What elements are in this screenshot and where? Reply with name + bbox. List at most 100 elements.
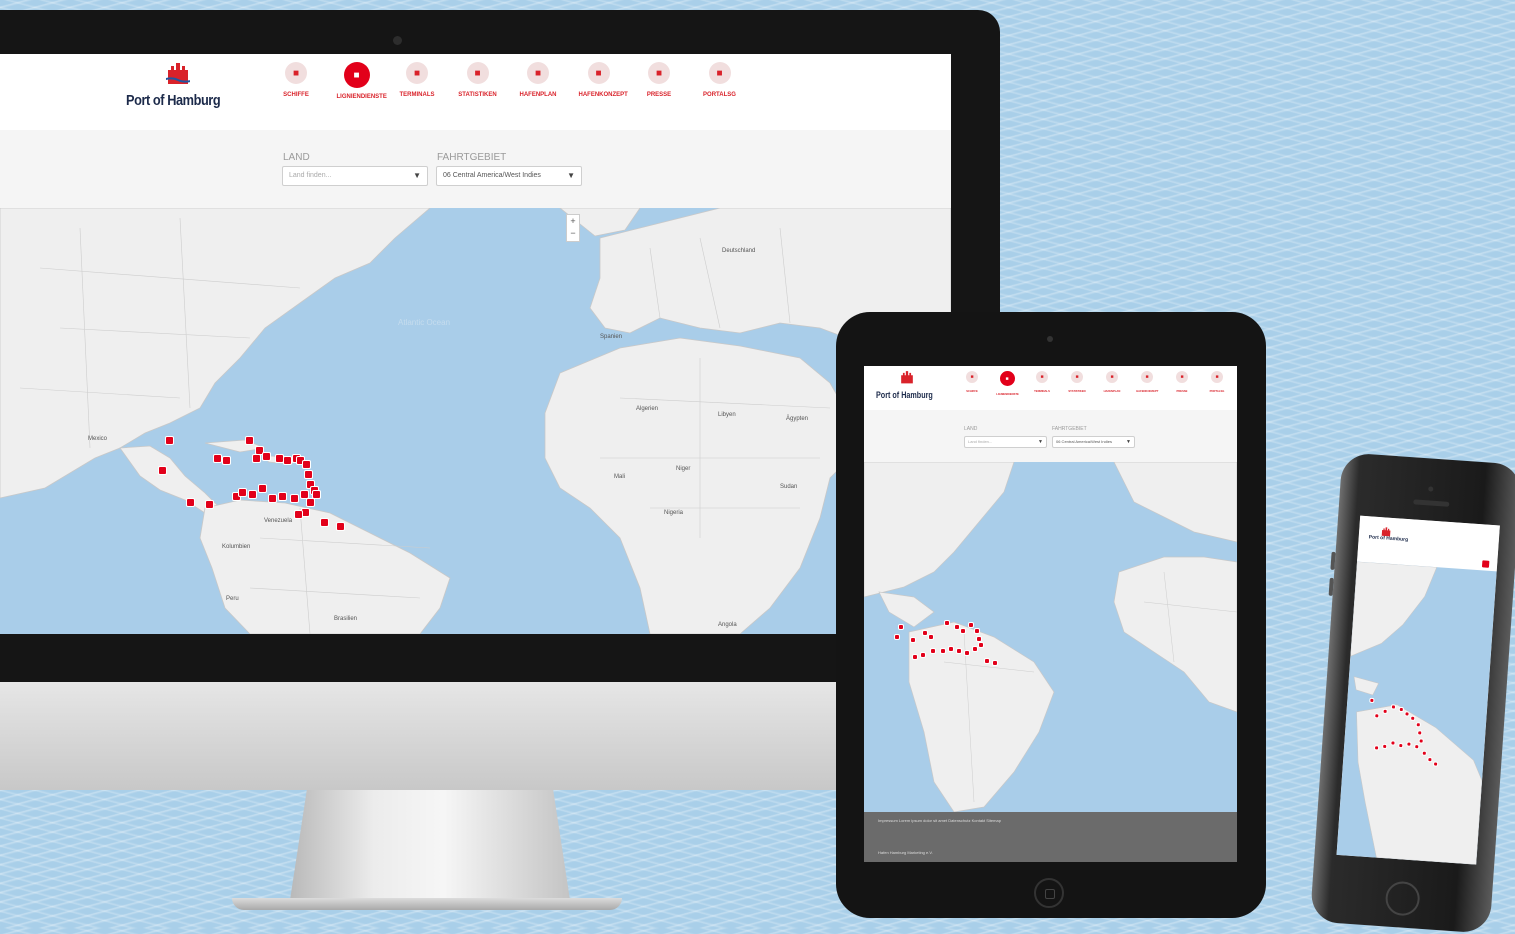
boat-icon: ■ <box>708 62 731 84</box>
port-marker[interactable] <box>912 654 918 660</box>
port-marker[interactable] <box>306 498 315 507</box>
port-marker[interactable] <box>898 624 904 630</box>
port-marker[interactable] <box>920 652 926 658</box>
port-marker[interactable] <box>245 436 254 445</box>
port-marker[interactable] <box>1406 741 1412 747</box>
nav-item-hafenplan[interactable]: ■ HAFENPLAN <box>518 62 558 98</box>
zoom-out-button[interactable]: − <box>567 227 579 239</box>
phone-map[interactable] <box>1336 561 1497 865</box>
nav-item-hafenkonzept[interactable]: ■ HAFENKONZEPT <box>1135 371 1159 393</box>
fahrtgebiet-select[interactable]: 06 Central America/West Indies ▼ <box>436 166 582 186</box>
port-marker[interactable] <box>262 452 271 461</box>
zoom-in-button[interactable]: + <box>567 215 579 227</box>
port-marker[interactable] <box>165 436 174 445</box>
port-marker[interactable] <box>1390 704 1397 710</box>
nav-item-terminals[interactable]: ■ TERMINALS <box>397 62 437 98</box>
port-marker[interactable] <box>1421 750 1427 756</box>
port-marker[interactable] <box>1382 743 1388 750</box>
port-marker[interactable] <box>1418 738 1424 744</box>
tablet-map[interactable] <box>864 462 1237 812</box>
fahrtgebiet-select[interactable]: 06 Central America/West Indies ▼ <box>1052 436 1135 448</box>
port-marker[interactable] <box>956 648 962 654</box>
port-marker[interactable] <box>944 620 950 626</box>
port-marker[interactable] <box>1369 697 1375 704</box>
port-marker[interactable] <box>312 490 321 499</box>
desktop-map[interactable]: Atlantic Ocean Mexico Venezuela Kolumbie… <box>0 208 951 634</box>
port-marker[interactable] <box>930 648 936 654</box>
port-marker[interactable] <box>1414 744 1420 750</box>
port-marker[interactable] <box>1398 706 1404 713</box>
port-marker[interactable] <box>1404 711 1410 717</box>
port-marker[interactable] <box>336 522 345 531</box>
footer-links[interactable]: Impressum Lorem ipsum dolor sit amet Dat… <box>878 818 1001 823</box>
port-marker[interactable] <box>320 518 329 527</box>
port-marker[interactable] <box>278 492 287 501</box>
port-marker[interactable] <box>1417 730 1423 736</box>
port-marker[interactable] <box>1390 740 1396 746</box>
land-select[interactable]: Land finden... ▼ <box>964 436 1047 448</box>
nav-item-ligniendienste[interactable]: ■ LIGNIENDIENSTE <box>337 62 387 100</box>
nav-item-ligniendienste[interactable]: ■ LIGNIENDIENSTE <box>995 371 1019 396</box>
port-marker[interactable] <box>258 484 267 493</box>
port-marker[interactable] <box>1398 742 1404 749</box>
port-marker[interactable] <box>968 622 974 628</box>
map-label-algeria: Algerien <box>636 406 659 412</box>
port-marker[interactable] <box>283 456 292 465</box>
nav-item-presse[interactable]: ■ PRESSE <box>639 62 679 98</box>
phone-volume-button <box>1328 577 1334 596</box>
nav-label: HAFENKONZEPT <box>1136 389 1159 393</box>
port-marker[interactable] <box>222 456 231 465</box>
menu-icon[interactable] <box>1481 560 1490 568</box>
port-marker[interactable] <box>268 494 277 503</box>
port-marker[interactable] <box>205 500 214 509</box>
port-marker[interactable] <box>1427 756 1433 763</box>
chevron-down-icon: ▼ <box>567 171 575 180</box>
nav-item-portalsg[interactable]: ■ PORTALSG <box>700 62 740 98</box>
land-select[interactable]: Land finden... ▼ <box>282 166 428 186</box>
port-marker[interactable] <box>1432 761 1439 767</box>
port-marker[interactable] <box>894 634 900 640</box>
port-marker[interactable] <box>186 498 195 507</box>
port-marker[interactable] <box>302 460 311 469</box>
brand-logo[interactable]: Port of Hamburg <box>126 92 221 109</box>
nav-item-statistiken[interactable]: ■ STATISTIKEN <box>1065 371 1089 393</box>
port-marker[interactable] <box>910 637 916 643</box>
nav-item-presse[interactable]: ■ PRESSE <box>1170 371 1194 393</box>
port-marker[interactable] <box>252 454 261 463</box>
port-marker[interactable] <box>972 646 978 652</box>
port-marker[interactable] <box>248 490 257 499</box>
port-marker[interactable] <box>304 470 313 479</box>
port-marker[interactable] <box>1374 713 1380 719</box>
port-marker[interactable] <box>992 660 998 666</box>
brand-logo[interactable]: Port of Hamburg <box>876 390 933 400</box>
nav-item-portalsg[interactable]: ■ PORTALSG <box>1205 371 1229 393</box>
port-marker[interactable] <box>1373 745 1380 751</box>
globe-icon: ■ <box>343 62 370 88</box>
port-marker[interactable] <box>940 648 946 654</box>
nav-label: TERMINALS <box>1034 389 1050 393</box>
brand-logo[interactable]: Port of Hamburg <box>1369 534 1409 543</box>
port-marker[interactable] <box>984 658 990 664</box>
port-marker[interactable] <box>974 628 980 634</box>
port-marker[interactable] <box>928 634 934 640</box>
nav-item-terminals[interactable]: ■ TERMINALS <box>1030 371 1054 393</box>
port-marker[interactable] <box>1382 708 1388 715</box>
port-marker[interactable] <box>290 494 299 503</box>
phone-home-button[interactable] <box>1384 880 1421 917</box>
port-marker[interactable] <box>964 650 970 656</box>
nav-item-schiffe[interactable]: ■ SCHIFFE <box>276 62 316 98</box>
port-marker[interactable] <box>213 454 222 463</box>
nav-item-hafenplan[interactable]: ■ HAFENPLAN <box>1100 371 1124 393</box>
port-marker[interactable] <box>960 628 966 634</box>
port-marker[interactable] <box>1415 722 1421 728</box>
port-marker[interactable] <box>948 646 954 652</box>
port-marker[interactable] <box>1410 715 1416 722</box>
port-marker[interactable] <box>294 510 303 519</box>
port-marker[interactable] <box>158 466 167 475</box>
nav-item-schiffe[interactable]: ■ SCHIFFE <box>960 371 984 393</box>
port-marker[interactable] <box>978 642 984 648</box>
nav-item-statistiken[interactable]: ■ STATISTIKEN <box>458 62 498 98</box>
tablet-home-button[interactable] <box>1034 878 1064 908</box>
nav-item-hafenkonzept[interactable]: ■ HAFENKONZEPT <box>579 62 628 98</box>
port-marker[interactable] <box>238 488 247 497</box>
